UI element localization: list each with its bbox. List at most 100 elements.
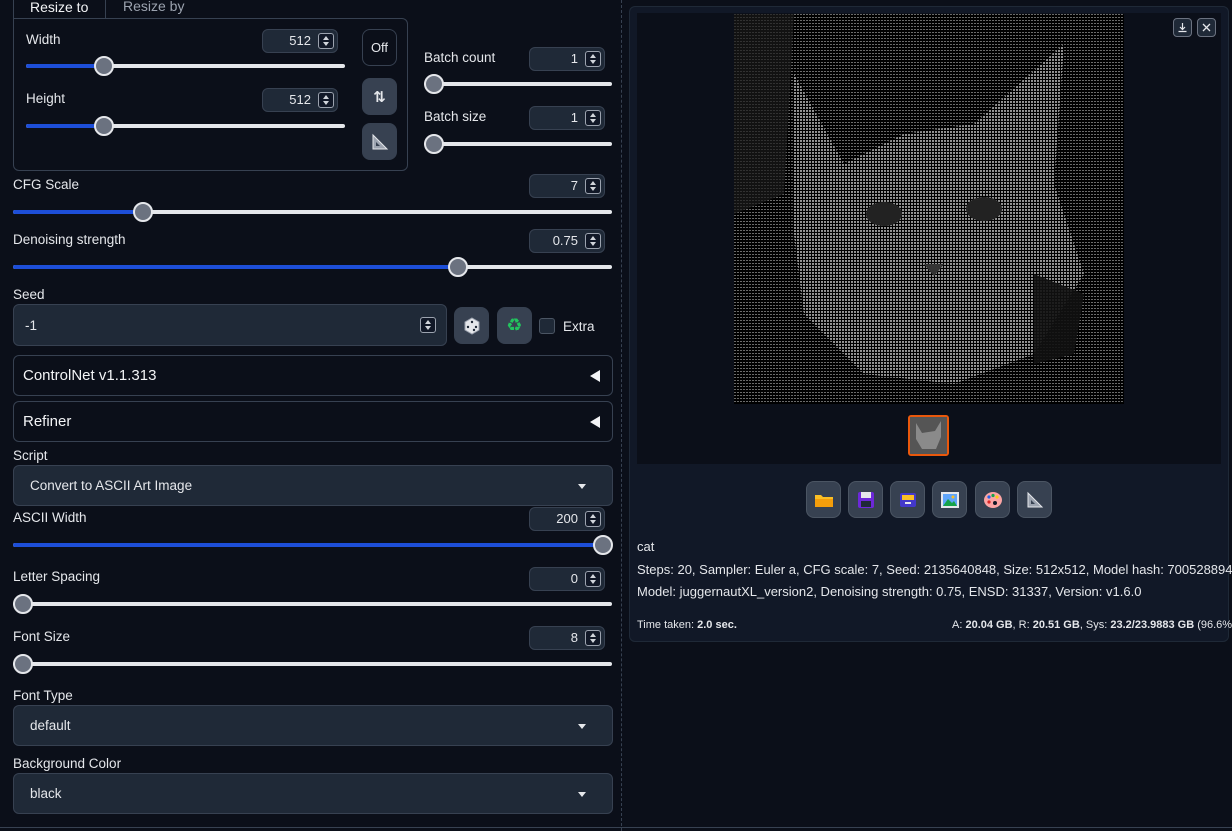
- time-taken-label: Time taken:: [637, 619, 698, 631]
- denoising-value: 0.75: [552, 233, 578, 248]
- aspect-lock-button[interactable]: Off: [362, 29, 397, 66]
- batch-count-slider-thumb[interactable]: [424, 74, 444, 94]
- batch-size-slider[interactable]: [424, 134, 612, 154]
- width-input[interactable]: 512: [262, 29, 338, 53]
- ascii-width-spinner[interactable]: [585, 511, 601, 527]
- width-label: Width: [26, 32, 61, 47]
- background-color-label: Background Color: [13, 756, 122, 771]
- cfg-scale-input[interactable]: 7: [529, 174, 605, 198]
- chevron-down-icon: [578, 484, 586, 489]
- denoising-input[interactable]: 0.75: [529, 229, 605, 253]
- tab-resize-to[interactable]: Resize to: [13, 0, 106, 19]
- batch-count-spinner[interactable]: [585, 51, 601, 67]
- height-spinner[interactable]: [318, 92, 334, 108]
- save-button[interactable]: [848, 481, 883, 518]
- letter-spacing-spinner[interactable]: [585, 571, 601, 587]
- cfg-scale-slider-thumb[interactable]: [133, 202, 153, 222]
- gallery-thumbnail[interactable]: [908, 415, 949, 456]
- send-to-img2img-button[interactable]: [932, 481, 967, 518]
- seed-input[interactable]: -1: [13, 304, 447, 346]
- seed-spinner[interactable]: [420, 317, 436, 333]
- script-value: Convert to ASCII Art Image: [30, 478, 193, 493]
- denoising-spinner[interactable]: [585, 233, 601, 249]
- batch-size-slider-thumb[interactable]: [424, 134, 444, 154]
- batch-size-label: Batch size: [424, 109, 487, 124]
- letter-spacing-slider-thumb[interactable]: [13, 594, 33, 614]
- controlnet-title: ControlNet v1.1.313: [23, 367, 157, 384]
- batch-size-input[interactable]: 1: [529, 106, 605, 130]
- seed-label: Seed: [13, 287, 45, 302]
- height-input[interactable]: 512: [262, 88, 338, 112]
- letter-spacing-slider[interactable]: [13, 594, 612, 614]
- script-label: Script: [13, 448, 48, 463]
- ascii-width-slider[interactable]: [13, 535, 613, 555]
- ruler-button[interactable]: [362, 123, 397, 160]
- ascii-width-slider-thumb[interactable]: [593, 535, 613, 555]
- font-size-slider-thumb[interactable]: [13, 654, 33, 674]
- height-label: Height: [26, 91, 66, 106]
- refiner-accordion[interactable]: Refiner: [13, 401, 613, 442]
- dice-icon: [464, 316, 479, 335]
- recycle-icon: ♻: [506, 315, 523, 335]
- swap-dimensions-button[interactable]: ⇅: [362, 78, 397, 115]
- font-size-spinner[interactable]: [585, 630, 601, 646]
- column-divider[interactable]: [621, 0, 622, 831]
- tab-resize-by[interactable]: Resize by: [123, 0, 184, 14]
- mem-pct: (96.6%): [1194, 619, 1232, 631]
- font-size-input[interactable]: 8: [529, 626, 605, 650]
- width-slider[interactable]: [26, 56, 345, 76]
- height-slider[interactable]: [26, 116, 345, 136]
- ruler-icon: [372, 133, 388, 149]
- time-taken: Time taken: 2.0 sec.: [637, 619, 737, 631]
- save-icon: [857, 491, 874, 508]
- letter-spacing-input[interactable]: 0: [529, 567, 605, 591]
- send-to-inpaint-button[interactable]: [975, 481, 1010, 518]
- open-folder-button[interactable]: [806, 481, 841, 518]
- save-zip-button[interactable]: [890, 481, 925, 518]
- cfg-scale-slider[interactable]: [13, 202, 612, 222]
- send-to-extras-button[interactable]: [1017, 481, 1052, 518]
- download-button[interactable]: [1173, 18, 1192, 37]
- mem-a-value: 20.04 GB: [965, 619, 1013, 631]
- memory-stats: A: 20.04 GB, R: 20.51 GB, Sys: 23.2/23.9…: [952, 619, 1232, 631]
- time-taken-value: 2.0 sec.: [697, 619, 737, 631]
- cfg-scale-spinner[interactable]: [585, 178, 601, 194]
- generated-image[interactable]: [734, 14, 1124, 404]
- bottom-border: [0, 827, 1232, 828]
- width-value: 512: [289, 33, 311, 48]
- background-color-dropdown[interactable]: black: [13, 773, 613, 814]
- random-seed-button[interactable]: [454, 307, 489, 344]
- font-type-label: Font Type: [13, 688, 73, 703]
- batch-size-spinner[interactable]: [585, 110, 601, 126]
- mem-r-value: 20.51 GB: [1032, 619, 1080, 631]
- close-icon: [1202, 23, 1211, 32]
- font-size-slider[interactable]: [13, 654, 612, 674]
- ascii-width-value: 200: [556, 511, 578, 526]
- refiner-title: Refiner: [23, 413, 72, 430]
- ascii-width-input[interactable]: 200: [529, 507, 605, 531]
- denoising-label: Denoising strength: [13, 232, 126, 247]
- batch-count-slider[interactable]: [424, 74, 612, 94]
- ascii-width-slider-fill: [13, 543, 603, 547]
- aspect-lock-label: Off: [370, 40, 389, 55]
- height-slider-thumb[interactable]: [94, 116, 114, 136]
- batch-count-input[interactable]: 1: [529, 47, 605, 71]
- ascii-width-label: ASCII Width: [13, 510, 87, 525]
- font-type-dropdown[interactable]: default: [13, 705, 613, 746]
- script-dropdown[interactable]: Convert to ASCII Art Image: [13, 465, 613, 506]
- denoising-slider-thumb[interactable]: [448, 257, 468, 277]
- mem-sys-value: 23.2/23.9883 GB: [1110, 619, 1195, 631]
- close-button[interactable]: [1197, 18, 1216, 37]
- controlnet-accordion[interactable]: ControlNet v1.1.313: [13, 355, 613, 396]
- denoising-slider[interactable]: [13, 257, 612, 277]
- width-spinner[interactable]: [318, 33, 334, 49]
- seed-value: -1: [25, 318, 38, 333]
- resize-panel: [13, 18, 408, 171]
- font-size-value: 8: [570, 630, 578, 645]
- reuse-seed-button[interactable]: ♻: [497, 307, 532, 344]
- mem-sys-label: , Sys:: [1079, 619, 1111, 631]
- extra-checkbox[interactable]: [539, 318, 555, 334]
- tab-resize-by-label: Resize by: [123, 0, 185, 14]
- width-slider-thumb[interactable]: [94, 56, 114, 76]
- chevron-down-icon: [578, 792, 586, 797]
